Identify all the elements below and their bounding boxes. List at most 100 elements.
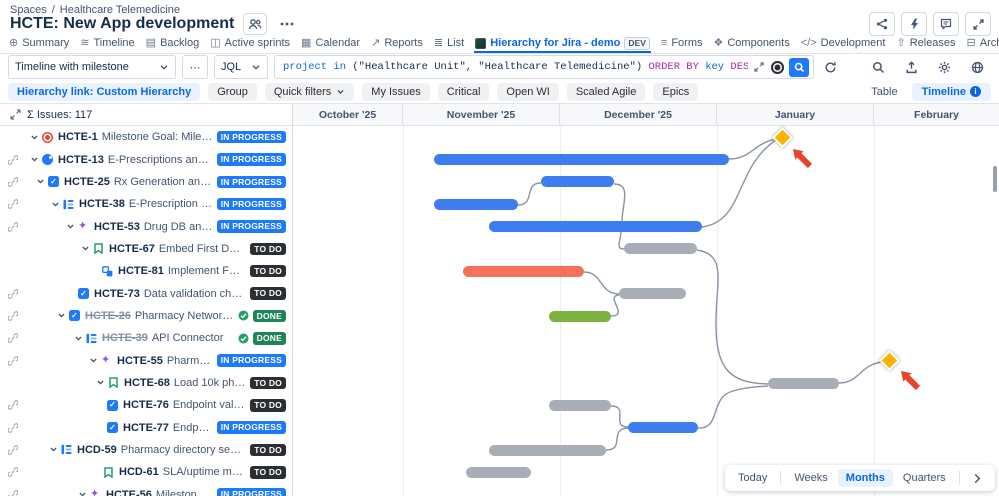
title-more-button[interactable] [276,14,299,34]
chevron-down-icon[interactable] [49,445,61,454]
hierarchy-link-chip[interactable]: Hierarchy link: Custom Hierarchy [8,82,201,101]
issue-summary[interactable]: Rx Generation and EHR Export [114,176,213,188]
chevron-down-icon[interactable] [78,490,90,496]
issue-summary[interactable]: Pharmacy Network Mapping [167,355,213,367]
gantt-bar-hcte-67[interactable] [624,243,697,255]
gantt-bar-hcte-81[interactable] [463,265,584,277]
group-button[interactable]: Group [208,82,257,101]
issue-summary[interactable]: Milestone Goal: Milestone Improve patien… [102,131,213,143]
status-badge[interactable]: IN PROGRESS [216,488,286,496]
status-badge[interactable]: TO DO [250,376,286,390]
zoom-months[interactable]: Months [837,469,893,487]
issue-summary[interactable]: Implement FDB drug lookup and int... [168,265,246,277]
issue-row-hcte-1[interactable]: HCTE-1 Milestone Goal: Milestone Improve … [0,126,292,148]
zoom-quarters[interactable]: Quarters [895,469,954,487]
tab-summary[interactable]: ⊕ Summary [8,33,70,53]
issue-row-hcte-76[interactable]: ✓ HCTE-76 Endpoint validation TO DO [0,394,292,416]
tab-hierarchy-for-jira-demo[interactable]: Hierarchy for Jira - demo DEV [474,33,651,53]
issue-summary[interactable]: Endpoint checklist [173,422,213,434]
chevron-down-icon[interactable] [30,155,42,164]
issue-key[interactable]: HCTE-56 [106,489,152,496]
collapse-icon[interactable] [10,109,21,120]
jql-mode-select[interactable]: JQL [214,55,268,79]
filter-chip-my-issues[interactable]: My Issues [362,82,430,101]
status-badge[interactable]: IN PROGRESS [216,354,286,367]
export-icon[interactable] [901,57,921,77]
jql-assist-icon[interactable] [771,60,784,74]
view-select[interactable]: Timeline with milestone [8,55,176,79]
tab-active-sprints[interactable]: ◫ Active sprints [209,33,291,53]
status-badge[interactable]: DONE [252,332,286,345]
issue-summary[interactable]: Data validation checks [144,288,246,300]
issue-key[interactable]: HCTE-53 [94,221,140,233]
status-badge[interactable]: IN PROGRESS [216,197,286,211]
issue-key[interactable]: HCTE-13 [58,154,104,166]
view-more-button[interactable]: ⋯ [182,55,208,79]
tab-calendar[interactable]: ▦ Calendar [300,33,361,53]
status-badge[interactable]: TO DO [250,399,286,412]
gantt-bar-hcte-26[interactable] [549,310,611,322]
filter-chip-epics[interactable]: Epics [653,82,699,101]
issue-row-hcte-68[interactable]: HCTE-68 Load 10k pharmacy endpoints TO DO [0,372,292,394]
chevron-down-icon[interactable] [89,356,101,365]
zoom-today[interactable]: Today [730,469,775,487]
issue-key[interactable]: HCD-59 [77,444,117,456]
gantt-bar-hcte-25[interactable] [541,176,614,188]
status-badge[interactable]: IN PROGRESS [216,153,286,166]
issue-key[interactable]: HCTE-1 [58,131,98,143]
collaborators-icon[interactable] [243,13,268,35]
gantt-bar-hcte-68[interactable] [768,377,839,389]
chevron-down-icon[interactable] [36,177,48,186]
issue-key[interactable]: HCTE-76 [123,399,169,411]
tab-reports[interactable]: ↗ Reports [370,33,424,53]
tab-development[interactable]: </> Development [800,33,887,53]
filter-chip-open-wi[interactable]: Open WI [497,82,559,101]
chevron-down-icon[interactable] [74,334,86,343]
info-icon[interactable]: i [970,86,981,97]
status-badge[interactable]: IN PROGRESS [216,220,286,233]
issue-key[interactable]: HCTE-73 [94,288,140,300]
issue-row-hcte-53[interactable]: ✦ HCTE-53 Drug DB and Interaction ChecksIN… [0,215,292,237]
issue-row-hcte-67[interactable]: HCTE-67 Embed First Databank API TO DO [0,238,292,260]
gantt-bar-hcd-61[interactable] [466,466,531,478]
tab-list[interactable]: ≣ List [433,33,465,53]
tab-backlog[interactable]: ▤ Backlog [145,33,201,53]
chevron-down-icon[interactable] [81,244,93,253]
tab-timeline[interactable]: ≋ Timeline [79,33,135,53]
run-query-button[interactable] [789,57,809,77]
refresh-button[interactable] [820,57,840,77]
issue-summary[interactable]: E-Prescriptions and Pharmacy Integration [108,154,213,166]
table-view-button[interactable]: Table [861,83,907,101]
status-badge[interactable]: TO DO [250,443,286,457]
timeline-view-button[interactable]: Timeline i [911,82,991,101]
tab-components[interactable]: ❖ Components [712,33,790,53]
chevron-down-icon[interactable] [96,378,108,387]
issue-row-hcd-59[interactable]: HCD-59 Pharmacy directory search and...TO… [0,439,292,461]
gantt-bar-hcte-76[interactable] [549,399,611,411]
issue-summary[interactable]: Pharmacy directory search and... [121,444,247,456]
issue-summary[interactable]: Pharmacy Network Integration [135,310,234,322]
status-badge[interactable]: IN PROGRESS [216,130,286,144]
filter-chip-scaled-agile[interactable]: Scaled Agile [566,82,646,101]
issue-key[interactable]: HCTE-68 [124,377,170,389]
timeline-body[interactable]: Today Weeks Months Quarters [293,126,999,496]
tab-archived-work-items[interactable]: ⊟Archived work items [966,33,999,53]
gantt-bar-hcte-77[interactable] [628,422,698,434]
issue-key[interactable]: HCD-61 [119,466,159,478]
status-badge[interactable]: TO DO [250,466,286,479]
chevron-down-icon[interactable] [51,200,63,209]
issue-summary[interactable]: SLA/uptime monitoring for p... [163,466,247,478]
issue-key[interactable]: HCTE-55 [117,355,163,367]
filter-chip-critical[interactable]: Critical [437,82,490,101]
issue-row-hcte-13[interactable]: HCTE-13 E-Prescriptions and Pharmacy Inte… [0,148,292,170]
issue-row-hcte-55[interactable]: ✦ HCTE-55 Pharmacy Network MappingIN PROGR… [0,349,292,371]
status-badge[interactable]: IN PROGRESS [216,421,286,434]
vertical-scrollbar[interactable] [993,166,997,192]
issue-summary[interactable]: API Connector [152,332,234,344]
issue-row-hcte-77[interactable]: ✓ HCTE-77 Endpoint checklistIN PROGRESS [0,416,292,438]
zoom-next-button[interactable] [965,470,990,487]
jql-query-input[interactable]: project in ("Healthcare Unit", "Healthca… [274,55,814,79]
issue-summary[interactable]: Load 10k pharmacy endpoints [174,377,246,389]
issue-summary[interactable]: Endpoint validation [173,399,246,411]
issue-summary[interactable]: E-Prescription Writer [129,198,213,210]
